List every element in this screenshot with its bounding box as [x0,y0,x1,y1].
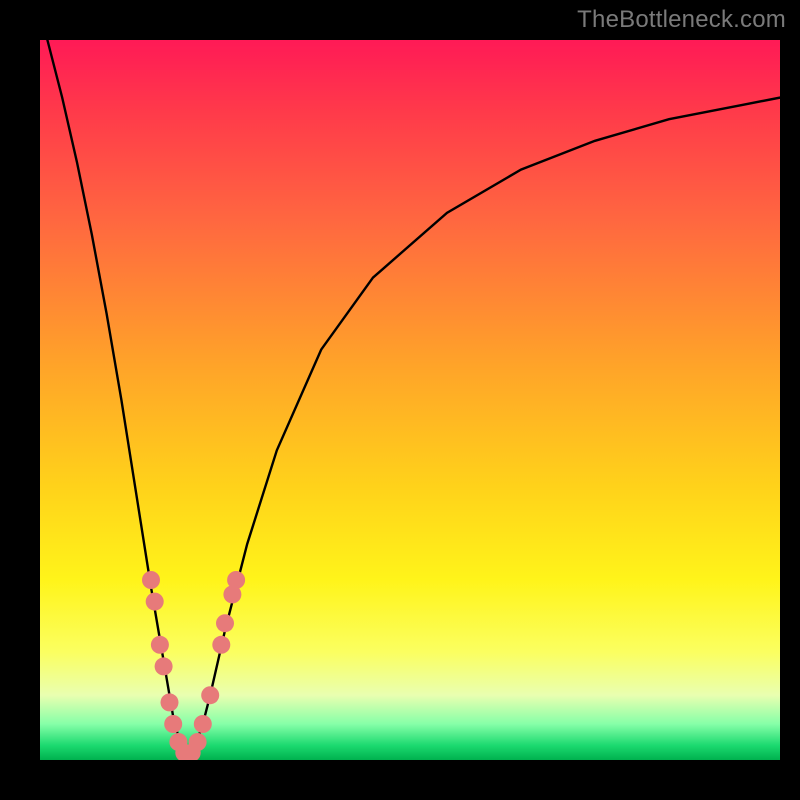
highlight-dot [142,571,160,589]
highlight-dot [216,614,234,632]
plot-area [40,40,780,760]
highlight-dot [194,715,212,733]
highlight-dot [151,636,169,654]
highlight-dot [227,571,245,589]
highlight-dots [142,571,245,760]
highlight-dot [164,715,182,733]
highlight-dot [201,686,219,704]
highlight-dot [161,693,179,711]
highlight-dot [155,657,173,675]
highlight-dot [146,593,164,611]
chart-frame: TheBottleneck.com [0,0,800,800]
curve-svg [40,40,780,760]
highlight-dot [189,733,207,751]
highlight-dot [212,636,230,654]
watermark-text: TheBottleneck.com [577,6,786,34]
